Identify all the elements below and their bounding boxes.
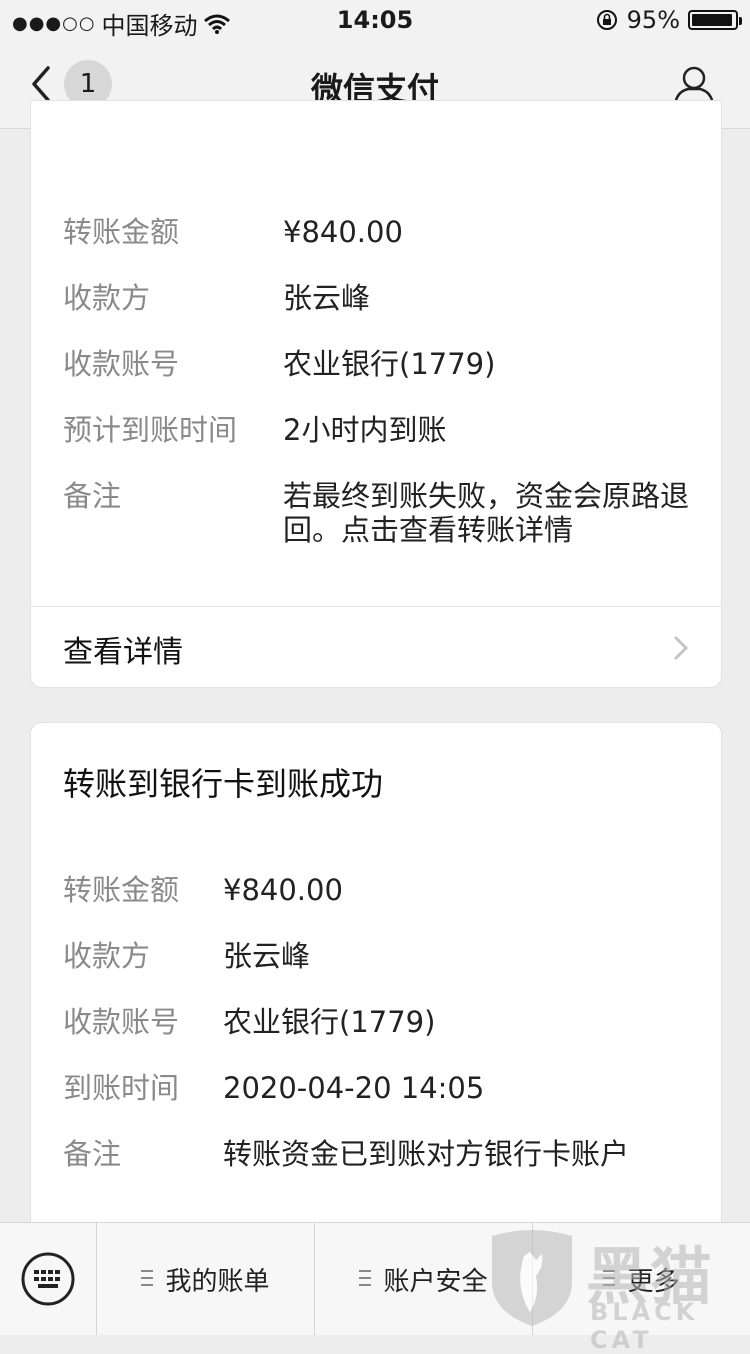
bottom-menu-bar: 我的账单 账户安全 更多 (0, 1222, 750, 1335)
row-label: 备注 (63, 1137, 122, 1171)
row-value: ¥840.00 (223, 873, 343, 907)
menu-more[interactable]: 更多 (533, 1223, 750, 1335)
detail-row-remark: 备注 若最终到账失败，资金会原路退回。点击查看转账详情 (63, 479, 703, 547)
menu-label: 账户安全 (383, 1266, 488, 1297)
row-label: 收款方 (63, 281, 151, 315)
row-value: 张云峰 (223, 939, 311, 973)
status-right: 95% (595, 6, 742, 34)
card-title: 转账到银行卡到账成功 (63, 765, 384, 803)
menu-account-security[interactable]: 账户安全 (315, 1223, 533, 1335)
rotation-lock-icon (596, 10, 617, 30)
menu-lines-icon (359, 1270, 372, 1288)
detail-row-remark: 备注 转账资金已到账对方银行卡账户 (63, 1137, 703, 1171)
row-label: 收款账号 (63, 1005, 180, 1039)
menu-my-bills[interactable]: 我的账单 (97, 1223, 315, 1335)
row-value: 农业银行(1779) (283, 347, 496, 381)
battery-fill (692, 14, 732, 26)
row-value: ¥840.00 (283, 215, 403, 249)
detail-row-account: 收款账号 农业银行(1779) (63, 347, 703, 381)
transfer-card-success[interactable]: 转账到银行卡到账成功 转账金额 ¥840.00 收款方 张云峰 收款账号 农业银… (30, 722, 722, 1244)
detail-row-amount: 转账金额 ¥840.00 (63, 215, 703, 249)
detail-row-eta: 预计到账时间 2小时内到账 (63, 413, 703, 447)
row-label: 到账时间 (63, 1071, 180, 1105)
menu-label: 更多 (627, 1266, 680, 1297)
status-bar: ●●●○○ 中国移动 14:05 95% (0, 0, 750, 40)
view-details-link[interactable]: 查看详情 (31, 607, 721, 687)
detail-row-arrival-time: 到账时间 2020-04-20 14:05 (63, 1071, 703, 1105)
row-label: 转账金额 (63, 215, 180, 249)
row-label: 收款账号 (63, 347, 180, 381)
detail-row-account: 收款账号 农业银行(1779) (63, 1005, 703, 1039)
detail-row-payee: 收款方 张云峰 (63, 281, 703, 315)
transfer-card-pending[interactable]: 转账金额 ¥840.00 收款方 张云峰 收款账号 农业银行(1779) 预计到… (30, 100, 722, 688)
row-label: 收款方 (63, 939, 151, 973)
battery-icon (688, 10, 742, 30)
view-details-label: 查看详情 (63, 635, 183, 670)
menu-lines-icon (603, 1270, 616, 1288)
row-value: 若最终到账失败，资金会原路退回。点击查看转账详情 (283, 479, 690, 547)
detail-row-payee: 收款方 张云峰 (63, 939, 703, 973)
keyboard-icon (21, 1252, 75, 1306)
row-value: 转账资金已到账对方银行卡账户 (223, 1137, 630, 1171)
row-label: 预计到账时间 (63, 413, 238, 447)
detail-row-amount: 转账金额 ¥840.00 (63, 873, 703, 907)
menu-lines-icon (141, 1270, 154, 1288)
row-value: 2020-04-20 14:05 (223, 1071, 485, 1105)
row-value: 张云峰 (283, 281, 371, 315)
battery-percent: 95% (626, 6, 680, 34)
row-value: 农业银行(1779) (223, 1005, 436, 1039)
keyboard-toggle-button[interactable] (0, 1223, 97, 1335)
menu-label: 我的账单 (165, 1266, 270, 1297)
row-label: 转账金额 (63, 873, 180, 907)
row-value: 2小时内到账 (283, 413, 447, 447)
chevron-right-icon (674, 636, 689, 660)
row-label: 备注 (63, 479, 122, 513)
